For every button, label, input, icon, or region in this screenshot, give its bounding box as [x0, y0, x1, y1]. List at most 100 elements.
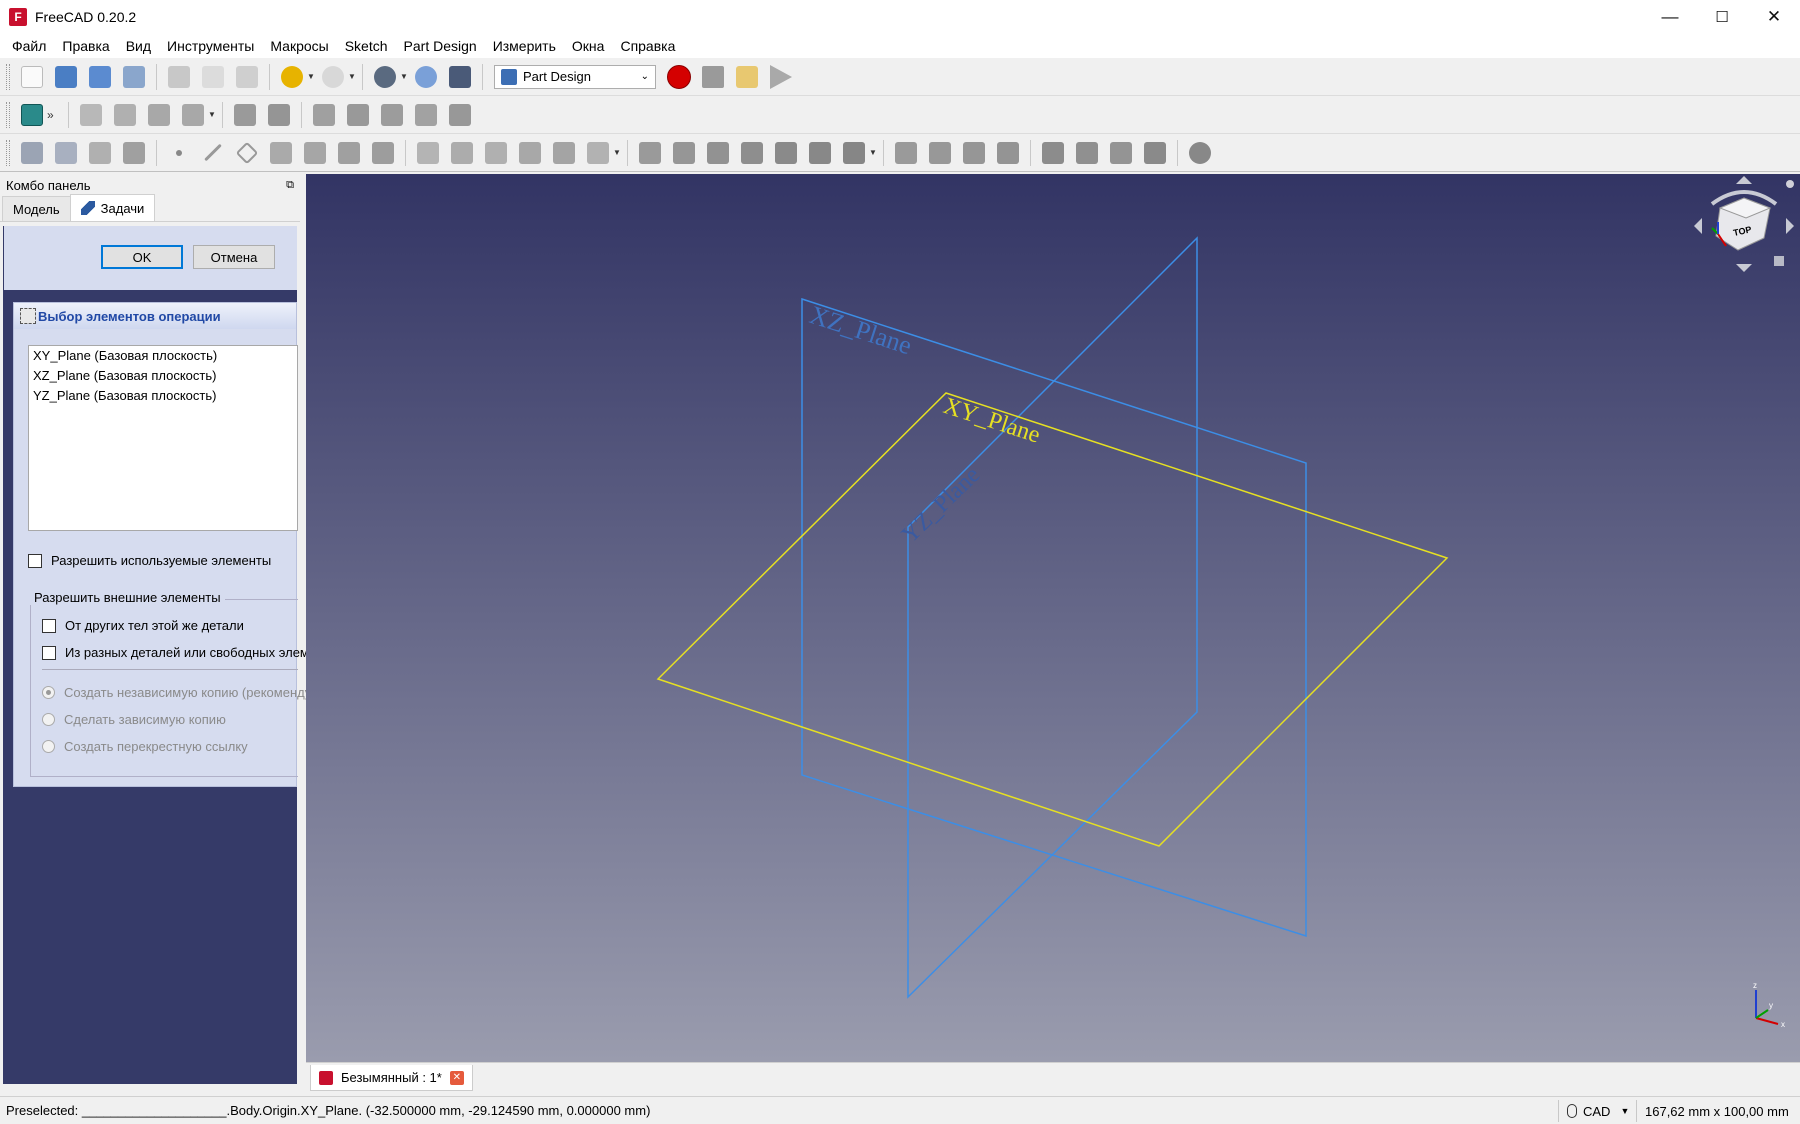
close-button[interactable]: ✕: [1748, 0, 1800, 34]
xy-plane[interactable]: XY_Plane: [656, 392, 1449, 847]
other-bodies-checkbox-row[interactable]: От других тел этой же детали: [42, 618, 244, 633]
datum-point-icon[interactable]: [164, 138, 194, 168]
workbench-selector[interactable]: Part Design ⌄: [494, 64, 656, 89]
toggle-3d-icon[interactable]: [377, 100, 407, 130]
subtractive-loft-icon[interactable]: [737, 138, 767, 168]
tab-model[interactable]: Модель: [2, 196, 71, 221]
recompute-icon[interactable]: [370, 62, 400, 92]
document-tab[interactable]: Безымянный : 1* ✕: [310, 1065, 473, 1091]
whats-this-icon[interactable]: [445, 62, 475, 92]
pocket-icon[interactable]: [635, 138, 665, 168]
link-actions-icon[interactable]: [178, 100, 208, 130]
navcube-menu-icon[interactable]: [1786, 180, 1794, 188]
group-icon[interactable]: [110, 100, 140, 130]
groove-icon[interactable]: [703, 138, 733, 168]
body-icon[interactable]: [17, 138, 47, 168]
yz-plane[interactable]: YZ_Plane: [897, 236, 1198, 999]
macro-run-icon[interactable]: [766, 62, 796, 92]
validate-sketch-icon[interactable]: [85, 138, 115, 168]
clone-icon[interactable]: [334, 138, 364, 168]
3d-viewport[interactable]: XZ_Plane YZ_Plane XY_Plane: [306, 174, 1800, 1062]
toggle-delta-icon[interactable]: [411, 100, 441, 130]
radio-independent-row[interactable]: Создать независимую копию (рекоменду: [42, 685, 311, 700]
more-icon[interactable]: »: [47, 108, 63, 122]
radio-cross-row[interactable]: Создать перекрестную ссылку: [42, 739, 248, 754]
additive-dropdown-icon[interactable]: ▼: [613, 148, 622, 157]
polar-pattern-icon[interactable]: [959, 138, 989, 168]
datum-line-icon[interactable]: [198, 138, 228, 168]
toolbar-grip[interactable]: [6, 139, 10, 166]
chamfer-icon[interactable]: [1072, 138, 1102, 168]
multi-transform-icon[interactable]: [993, 138, 1023, 168]
redo-dropdown-icon[interactable]: ▼: [348, 72, 357, 81]
save-icon[interactable]: [85, 62, 115, 92]
save-as-icon[interactable]: [119, 62, 149, 92]
additive-primitive-icon[interactable]: [583, 138, 613, 168]
cancel-button[interactable]: Отмена: [193, 245, 275, 269]
ok-button[interactable]: OK: [101, 245, 183, 269]
close-icon[interactable]: ✕: [449, 1070, 464, 1085]
menu-measure[interactable]: Измерить: [485, 34, 564, 58]
list-item[interactable]: XY_Plane (Базовая плоскость): [29, 346, 297, 366]
fillet-icon[interactable]: [1038, 138, 1068, 168]
yz-plane-outline[interactable]: [907, 236, 1198, 999]
toggle-measure-icon[interactable]: [343, 100, 373, 130]
additive-helix-icon[interactable]: [549, 138, 579, 168]
mirrored-icon[interactable]: [891, 138, 921, 168]
list-item[interactable]: YZ_Plane (Базовая плоскость): [29, 386, 297, 406]
rotate-right-icon[interactable]: [1786, 218, 1794, 234]
menu-file[interactable]: Файл: [4, 34, 54, 58]
xy-plane-outline[interactable]: [656, 392, 1449, 847]
sketch-icon[interactable]: [51, 138, 81, 168]
copy-icon[interactable]: [198, 62, 228, 92]
undo-icon[interactable]: [277, 62, 307, 92]
link-dropdown-icon[interactable]: ▼: [208, 110, 217, 119]
macro-stop-icon[interactable]: [698, 62, 728, 92]
radio-dependent[interactable]: [42, 713, 55, 726]
rotate-up-icon[interactable]: [1736, 176, 1752, 184]
feature-list[interactable]: XY_Plane (Базовая плоскость) XZ_Plane (Б…: [28, 345, 298, 531]
link-icon[interactable]: [144, 100, 174, 130]
cut-icon[interactable]: [164, 62, 194, 92]
macro-edit-icon[interactable]: [732, 62, 762, 92]
other-parts-checkbox[interactable]: [42, 645, 56, 660]
menu-part-design[interactable]: Part Design: [396, 34, 485, 58]
radio-dependent-row[interactable]: Сделать зависимую копию: [42, 712, 226, 727]
undo-dropdown-icon[interactable]: ▼: [307, 72, 316, 81]
recompute-dropdown-icon[interactable]: ▼: [400, 72, 409, 81]
pad-icon[interactable]: [413, 138, 443, 168]
undock-icon[interactable]: ⧉: [286, 179, 294, 192]
menu-edit[interactable]: Правка: [54, 34, 117, 58]
measure-angular-icon[interactable]: [264, 100, 294, 130]
menu-macros[interactable]: Макросы: [262, 34, 336, 58]
revolution-icon[interactable]: [447, 138, 477, 168]
boolean-icon[interactable]: [1185, 138, 1215, 168]
navigation-style-selector[interactable]: CAD ▼: [1558, 1100, 1636, 1122]
minimize-button[interactable]: —: [1644, 0, 1696, 34]
navcube-view-menu-icon[interactable]: [1774, 256, 1784, 266]
menu-windows[interactable]: Окна: [564, 34, 613, 58]
radio-independent[interactable]: [42, 686, 55, 699]
subtractive-pipe-icon[interactable]: [771, 138, 801, 168]
scene[interactable]: XZ_Plane YZ_Plane XY_Plane: [306, 174, 1800, 1062]
open-icon[interactable]: [51, 62, 81, 92]
rotate-down-icon[interactable]: [1736, 264, 1752, 272]
hole-icon[interactable]: [669, 138, 699, 168]
new-icon[interactable]: [17, 62, 47, 92]
toggle-all-icon[interactable]: [445, 100, 475, 130]
radio-cross[interactable]: [42, 740, 55, 753]
subtractive-dropdown-icon[interactable]: ▼: [869, 148, 878, 157]
draft-icon[interactable]: [1106, 138, 1136, 168]
linear-pattern-icon[interactable]: [925, 138, 955, 168]
redo-icon[interactable]: [318, 62, 348, 92]
maximize-button[interactable]: ☐: [1696, 0, 1748, 34]
macro-record-icon[interactable]: [664, 62, 694, 92]
navigation-cube[interactable]: TOP: [1690, 176, 1798, 276]
part-icon[interactable]: [76, 100, 106, 130]
xz-plane[interactable]: XZ_Plane: [801, 297, 1307, 938]
allow-used-checkbox[interactable]: [28, 553, 42, 568]
thickness-icon[interactable]: [1140, 138, 1170, 168]
paste-icon[interactable]: [232, 62, 262, 92]
menu-view[interactable]: Вид: [118, 34, 159, 58]
tab-tasks[interactable]: Задачи: [69, 194, 156, 221]
